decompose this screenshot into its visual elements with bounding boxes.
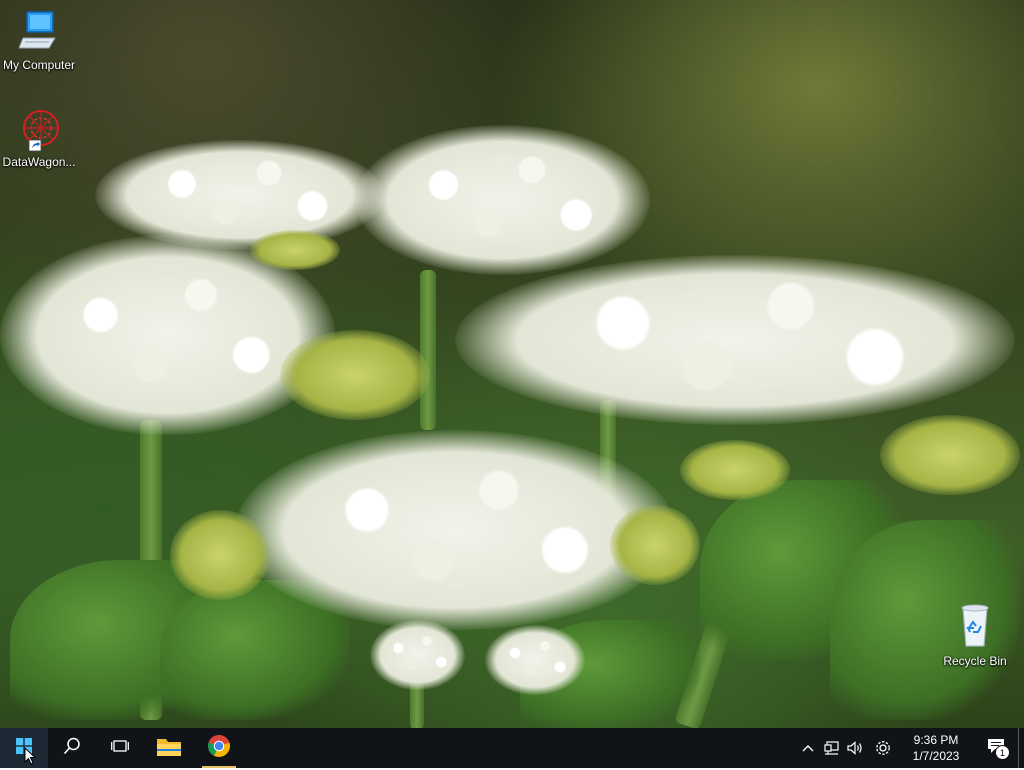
task-view-button[interactable]	[96, 728, 144, 768]
system-tray: 9:36 PM 1/7/2023 1	[796, 728, 1024, 768]
computer-icon	[1, 8, 77, 55]
chrome-icon	[207, 734, 231, 763]
task-view-icon	[111, 738, 129, 759]
clock-date: 1/7/2023	[912, 749, 960, 763]
wallpaper-flower	[485, 625, 585, 695]
wallpaper-bud	[610, 505, 700, 585]
wallpaper-flower	[355, 125, 650, 275]
folder-icon	[156, 735, 182, 762]
recycle-bin-icon	[937, 602, 1013, 651]
desktop-icon-label: Recycle Bin	[943, 654, 1007, 668]
search-button[interactable]	[48, 728, 96, 768]
mouse-cursor-icon	[24, 746, 37, 770]
desktop-icon-my-computer[interactable]: My Computer	[1, 8, 77, 72]
wallpaper-flower	[95, 140, 385, 250]
desktop-icon-label: My Computer	[2, 58, 76, 72]
volume-icon[interactable]	[844, 728, 868, 768]
notification-count-badge: 1	[995, 745, 1010, 760]
wallpaper-bud	[250, 230, 340, 270]
wallpaper-bud	[170, 510, 270, 600]
clock-time: 9:36 PM	[913, 733, 959, 747]
network-icon[interactable]	[820, 728, 844, 768]
show-desktop-button[interactable]	[1018, 728, 1024, 768]
wallpaper-flower	[370, 620, 465, 690]
taskbar-app-chrome[interactable]	[194, 728, 244, 768]
desktop-icon-recycle-bin[interactable]: Recycle Bin	[937, 602, 1013, 668]
action-center-button[interactable]: 1	[974, 728, 1018, 768]
desktop-wallpaper: My Computer DataWagon... Recycle Bin	[0, 0, 1024, 728]
desktop-icon-datawagon[interactable]: DataWagon...	[1, 106, 77, 169]
wallpaper-flower	[455, 255, 1015, 425]
taskbar-app-file-explorer[interactable]	[144, 728, 194, 768]
wallpaper-bud	[680, 440, 790, 500]
wallpaper-bud	[880, 415, 1020, 495]
search-icon	[63, 737, 81, 760]
clock[interactable]: 9:36 PM 1/7/2023	[898, 732, 974, 764]
wallpaper-bud	[280, 330, 430, 420]
taskbar: 9:36 PM 1/7/2023 1	[0, 728, 1024, 768]
desktop-icon-label: DataWagon...	[2, 155, 76, 169]
chevron-up-icon[interactable]	[796, 728, 820, 768]
settings-icon[interactable]	[868, 728, 898, 768]
datawagon-shortcut-icon	[17, 106, 61, 152]
wallpaper-flower	[235, 430, 675, 630]
wallpaper-stem	[420, 270, 436, 430]
start-button[interactable]	[0, 728, 48, 768]
